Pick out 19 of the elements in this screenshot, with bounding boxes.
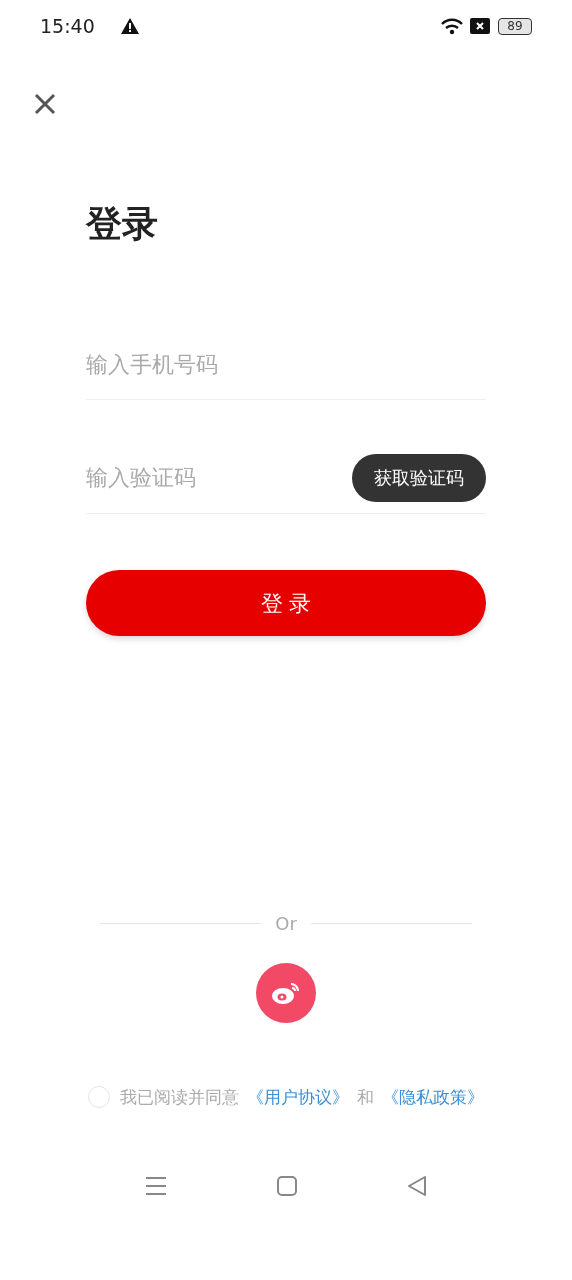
warning-icon (120, 18, 139, 34)
login-title: 登录 (86, 202, 159, 246)
wifi-icon (440, 17, 464, 35)
user-agreement-link[interactable]: 《用户协议》 (247, 1084, 349, 1110)
agreement-text: 我已阅读并同意 (120, 1085, 239, 1109)
and-text: 和 (357, 1085, 374, 1109)
back-icon[interactable] (407, 1176, 427, 1196)
phone-field[interactable]: 输入手机号码 (86, 348, 486, 381)
close-icon[interactable] (33, 92, 57, 116)
sim-off-icon (470, 18, 490, 34)
home-icon[interactable] (277, 1176, 297, 1196)
login-button[interactable]: 登 录 (86, 570, 486, 636)
menu-icon[interactable] (145, 1176, 167, 1196)
privacy-policy-link[interactable]: 《隐私政策》 (382, 1084, 484, 1110)
code-field[interactable]: 输入验证码 (86, 461, 352, 494)
get-code-button[interactable]: 获取验证码 (352, 453, 486, 502)
or-divider-text: Or (275, 911, 297, 936)
status-time: 15:40 (40, 13, 95, 39)
battery-icon: 89 (498, 17, 532, 35)
